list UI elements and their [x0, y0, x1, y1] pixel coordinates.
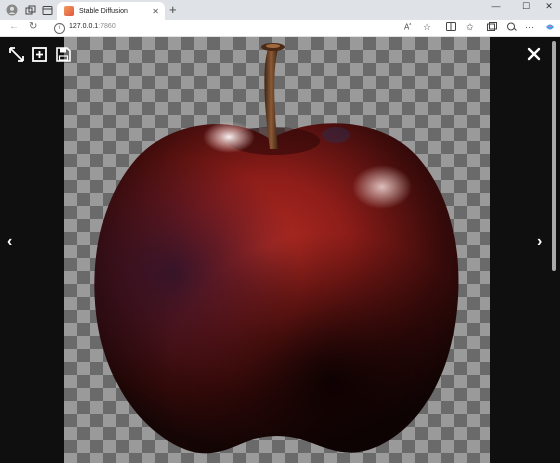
- close-icon[interactable]: [526, 46, 542, 62]
- workspaces-icon[interactable]: [23, 3, 37, 17]
- zoom-icon[interactable]: [31, 46, 47, 62]
- prev-arrow-icon[interactable]: ‹: [7, 233, 12, 251]
- maximize-button[interactable]: ☐: [517, 1, 535, 12]
- more-icon[interactable]: ···: [525, 22, 534, 32]
- refresh-icon[interactable]: ↻: [29, 21, 37, 32]
- address-bar[interactable]: 127.0.0.1:7860: [69, 23, 116, 30]
- window-close-button[interactable]: ✕: [540, 1, 558, 12]
- favorites-icon[interactable]: ✩: [466, 22, 474, 33]
- lightbox-overlay: ‹ ›: [0, 37, 560, 463]
- extensions-icon[interactable]: [507, 22, 517, 33]
- tab-actions-icon[interactable]: [40, 3, 54, 17]
- tab-close-icon[interactable]: ✕: [152, 7, 159, 16]
- lightbox-backdrop-right[interactable]: [490, 37, 560, 463]
- new-tab-button[interactable]: +: [169, 2, 177, 17]
- browser-toolbar: ← ↻ i 127.0.0.1:7860 Aᵃ ☆ ✩ ···: [0, 20, 560, 37]
- url-port: :7860: [98, 23, 116, 30]
- back-icon[interactable]: ←: [9, 21, 19, 32]
- read-aloud-icon[interactable]: Aᵃ: [404, 22, 411, 32]
- minimize-button[interactable]: —: [487, 1, 505, 11]
- site-info-icon[interactable]: i: [54, 23, 65, 34]
- favicon-icon: [64, 6, 74, 16]
- url-host: 127.0.0.1: [69, 23, 99, 30]
- favorite-icon[interactable]: ☆: [423, 22, 431, 33]
- profile-icon[interactable]: [5, 3, 19, 17]
- copilot-icon[interactable]: [545, 22, 555, 34]
- fullscreen-toggle-icon[interactable]: [8, 46, 24, 62]
- split-screen-icon[interactable]: [446, 22, 456, 33]
- page-scrollbar[interactable]: [551, 37, 557, 463]
- next-arrow-icon[interactable]: ›: [537, 233, 542, 251]
- scroll-thumb[interactable]: [552, 41, 556, 271]
- save-icon[interactable]: [55, 46, 71, 62]
- browser-tab[interactable]: Stable Diffusion ✕: [57, 2, 165, 20]
- browser-tab-bar: Stable Diffusion ✕ + — ☐ ✕: [0, 0, 560, 20]
- apple-image: [94, 43, 459, 454]
- collections-icon[interactable]: [487, 22, 497, 33]
- tab-title: Stable Diffusion: [79, 7, 128, 15]
